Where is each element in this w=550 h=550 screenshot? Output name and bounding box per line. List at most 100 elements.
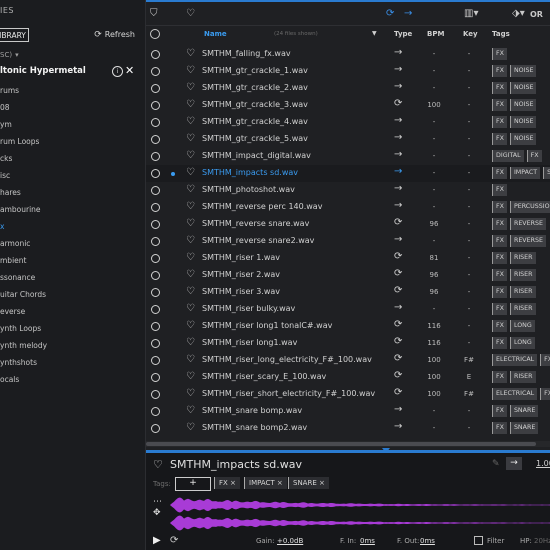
info-icon[interactable]: i [112, 66, 123, 77]
file-row[interactable]: ♡ SMTHM_riser_long_electricity_F#_100.wav… [146, 352, 550, 369]
tag-chip[interactable]: RISER [509, 252, 536, 264]
file-row[interactable]: ♡ SMTHM_reverse perc 140.wav → - - FX PERCUSSI… [146, 199, 550, 216]
preview-tag[interactable]: IMPACT × [244, 477, 287, 489]
favorite-icon[interactable]: ♡ [186, 286, 195, 297]
row-select-icon[interactable] [151, 356, 160, 365]
row-select-icon[interactable] [151, 271, 160, 280]
tag-chip[interactable]: RISER [509, 371, 536, 383]
tag-chip[interactable]: FX [492, 320, 507, 332]
tag-chip[interactable]: RISER [509, 286, 536, 298]
tag-chip[interactable]: SNARE [543, 167, 550, 179]
file-row[interactable]: ♡ SMTHM_riser 3.wav ⟳ 96 - FX RISER [146, 284, 550, 301]
row-select-icon[interactable] [151, 322, 160, 331]
sidebar-subcategory[interactable]: ym [0, 116, 47, 133]
file-row[interactable]: ♡ SMTHM_gtr_crackle_5.wav → - - FX NOISE [146, 131, 550, 148]
tag-chip[interactable]: NOISE [509, 133, 537, 145]
filter-icon[interactable]: ⛉ [150, 8, 158, 19]
tag-chip[interactable]: FX [492, 133, 507, 145]
favorite-icon[interactable]: ♡ [153, 458, 163, 471]
sidebar-subcategory[interactable]: rum Loops [0, 133, 47, 150]
tag-chip[interactable]: RISER [509, 269, 536, 281]
columns-icon[interactable]: ▥▾ [464, 8, 478, 19]
tag-chip[interactable]: FX [492, 116, 507, 128]
file-row[interactable]: ♡ SMTHM_riser long1 tonalC#.wav ⟳ 116 - FX LON… [146, 318, 550, 335]
favorite-icon[interactable]: ♡ [186, 371, 195, 382]
sidebar-subcategory[interactable]: ocals [0, 371, 47, 388]
filter-checkbox[interactable] [474, 536, 483, 545]
file-row[interactable]: ♡ SMTHM_riser bulky.wav → - - FX RISER [146, 301, 550, 318]
sidebar-subcategory[interactable]: hares [0, 184, 47, 201]
tag-chip[interactable]: FX [492, 65, 507, 77]
file-row[interactable]: ♡ SMTHM_snare bomp2.wav → - - FX SNARE [146, 420, 550, 437]
favorite-icon[interactable]: ♡ [186, 116, 195, 127]
file-row[interactable]: ♡ SMTHM_falling_fx.wav → - - FX [146, 46, 550, 63]
preview-tag[interactable]: SNARE × [288, 477, 329, 489]
favorite-icon[interactable]: ♡ [186, 354, 195, 365]
favorite-icon[interactable]: ♡ [186, 48, 195, 59]
row-select-icon[interactable] [151, 305, 160, 314]
sidebar-subcategory[interactable]: ambourine [0, 201, 47, 218]
row-select-icon[interactable] [151, 203, 160, 212]
column-tags[interactable]: Tags [492, 30, 510, 38]
tag-chip[interactable]: FX [492, 337, 507, 349]
file-row[interactable]: ♡ SMTHM_gtr_crackle_1.wav → - - FX NOISE [146, 63, 550, 80]
file-row[interactable]: ♡ SMTHM_riser 2.wav ⟳ 96 - FX RISER [146, 267, 550, 284]
favorite-icon[interactable]: ♡ [186, 388, 195, 399]
tag-chip[interactable]: FX [540, 354, 550, 366]
preview-tag[interactable]: FX × [214, 477, 240, 489]
gain-value[interactable]: +0.0dB [277, 537, 303, 545]
or-toggle[interactable]: OR [530, 10, 543, 19]
tag-chip[interactable]: NOISE [509, 99, 537, 111]
row-select-icon[interactable] [151, 101, 160, 110]
file-row[interactable]: ♡ SMTHM_reverse snare2.wav → - - FX REVERSE [146, 233, 550, 250]
row-select-icon[interactable] [151, 67, 160, 76]
row-select-icon[interactable] [151, 407, 160, 416]
favorite-icon[interactable]: ♡ [186, 99, 195, 110]
close-icon[interactable]: ✕ [125, 64, 134, 77]
tag-chip[interactable]: FX [492, 422, 507, 434]
favorite-icon[interactable]: ♡ [186, 201, 195, 212]
tag-chip[interactable]: FX [492, 405, 507, 417]
play-icon[interactable]: ▶ [153, 535, 161, 546]
fade-in-value[interactable]: 0ms [360, 537, 375, 545]
row-select-icon[interactable] [151, 169, 160, 178]
favorite-icon[interactable]: ♡ [186, 133, 195, 144]
sidebar-subcategory[interactable]: ynthshots [0, 354, 47, 371]
file-row[interactable]: ♡ SMTHM_photoshot.wav → - - FX [146, 182, 550, 199]
sidebar-subcategory[interactable]: isc [0, 167, 47, 184]
sidebar-subcategory[interactable]: rums [0, 82, 47, 99]
oneshot-filter-icon[interactable]: → [404, 8, 412, 19]
tag-chip[interactable]: RISER [509, 303, 536, 315]
library-button[interactable]: LIBRARY [0, 28, 29, 42]
tag-filter-icon[interactable]: ⬗▾ [512, 8, 525, 19]
tag-chip[interactable]: FX [492, 269, 507, 281]
file-row[interactable]: ♡ SMTHM_reverse snare.wav ⟳ 96 - FX REVERSE [146, 216, 550, 233]
row-select-icon[interactable] [151, 50, 160, 59]
favorite-icon[interactable]: ♡ [186, 167, 195, 178]
file-row[interactable]: ♡ SMTHM_gtr_crackle_4.wav → - - FX NOISE [146, 114, 550, 131]
tag-chip[interactable]: SNARE [509, 422, 539, 434]
file-row[interactable]: ♡ SMTHM_riser long1.wav ⟳ 116 - FX LONG [146, 335, 550, 352]
row-select-icon[interactable] [151, 152, 160, 161]
sidebar-subcategory[interactable]: armonic [0, 235, 47, 252]
tag-chip[interactable]: FX [492, 48, 507, 60]
tag-chip[interactable]: REVERSE [509, 235, 546, 247]
favorite-icon[interactable]: ♡ [186, 269, 195, 280]
sidebar-subcategory[interactable]: 08 [0, 99, 47, 116]
file-row[interactable]: ♡ SMTHM_riser_short_electricity_F#_100.wa… [146, 386, 550, 403]
horizontal-scrollbar[interactable] [146, 441, 550, 447]
tag-chip[interactable]: FX [492, 218, 507, 230]
row-select-icon[interactable] [151, 424, 160, 433]
favorite-icon[interactable]: ♡ [186, 82, 195, 93]
scrollbar-thumb[interactable] [146, 442, 536, 446]
tag-chip[interactable]: FX [492, 184, 507, 196]
sidebar-subcategory[interactable]: ssonance [0, 269, 47, 286]
favorite-icon[interactable]: ♡ [186, 303, 195, 314]
row-select-icon[interactable] [151, 390, 160, 399]
favorite-icon[interactable]: ♡ [186, 252, 195, 263]
tag-chip[interactable]: FX [492, 286, 507, 298]
favorite-icon[interactable]: ♡ [186, 65, 195, 76]
column-bpm[interactable]: BPM [427, 30, 444, 38]
loop-filter-icon[interactable]: ⟳ [386, 8, 394, 19]
favorite-icon[interactable]: ♡ [186, 184, 195, 195]
